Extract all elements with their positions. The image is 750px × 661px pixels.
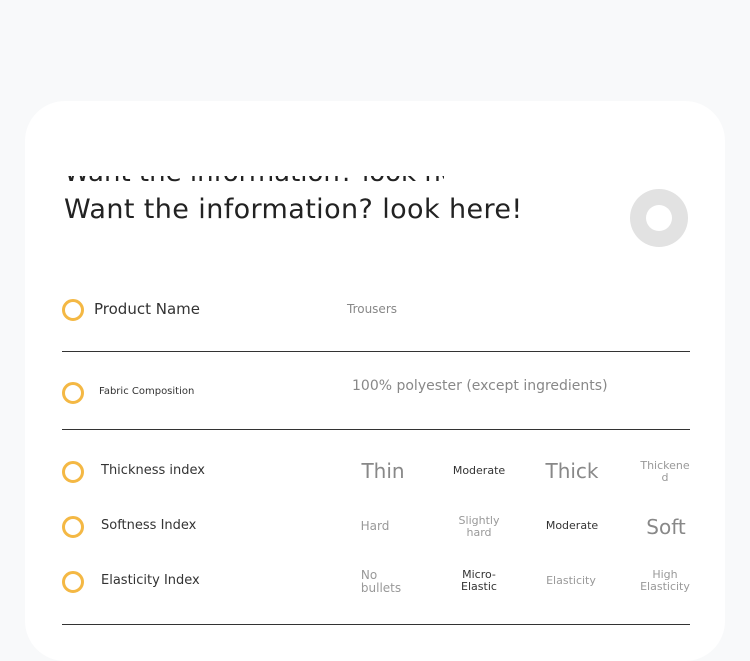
softness-option-hard: Hard (360, 519, 390, 533)
elasticity-option-micro-elastic: Micro- Elastic (461, 568, 497, 594)
circle-badge-icon (630, 189, 688, 247)
thickness-index-label: Thickness index (101, 463, 205, 478)
elasticity-option-elasticity: Elasticity (546, 574, 596, 587)
bullet-ring-icon (62, 461, 84, 483)
fabric-composition-label: Fabric Composition (99, 386, 195, 397)
divider (62, 351, 690, 352)
elasticity-option-high-elasticity: High Elasticity (640, 568, 690, 594)
cropped-heading: Want the information? look here (64, 176, 444, 188)
softness-index-label: Softness Index (101, 518, 197, 533)
softness-option-soft: Soft (646, 515, 686, 539)
elasticity-index-label: Elasticity Index (101, 573, 200, 588)
bullet-ring-icon (62, 382, 84, 404)
divider (62, 429, 690, 430)
bullet-ring-icon (62, 299, 84, 321)
page-title: Want the information? look here! (64, 194, 523, 225)
softness-option-slightly-hard: Slightly hard (458, 514, 500, 540)
thickness-option-thin: Thin (361, 459, 405, 483)
product-name-value: Trousers (347, 302, 398, 316)
thickness-option-thick: Thick (545, 459, 599, 483)
fabric-composition-value: 100% polyester (except ingredients) (352, 378, 608, 394)
thickness-option-moderate: Moderate (452, 464, 506, 477)
product-name-label: Product Name (94, 300, 200, 318)
elasticity-option-no-bullets: No bullets (360, 568, 402, 596)
bullet-ring-icon (62, 516, 84, 538)
thickness-option-thickened: Thickene d (640, 459, 690, 485)
bullet-ring-icon (62, 571, 84, 593)
softness-option-moderate: Moderate (545, 519, 599, 532)
